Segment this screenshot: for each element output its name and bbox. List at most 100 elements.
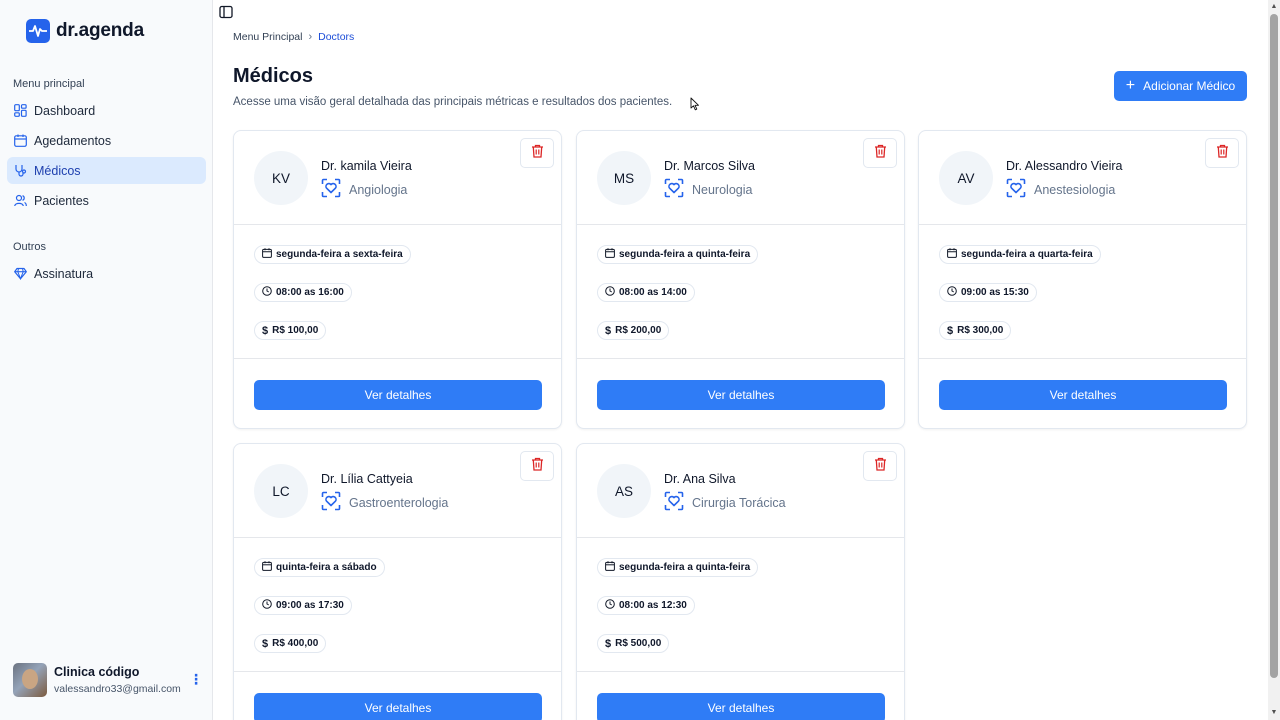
trash-icon — [874, 144, 887, 163]
calendar-icon — [262, 561, 272, 574]
doctor-name: Dr. kamila Vieira — [321, 159, 412, 173]
calendar-icon — [605, 248, 615, 261]
stethoscope-heart-icon — [664, 491, 684, 514]
view-details-button[interactable]: Ver detalhes — [939, 380, 1227, 410]
app-logo[interactable]: dr.agenda — [26, 19, 144, 43]
calendar-icon — [262, 248, 272, 261]
avatar — [13, 663, 47, 697]
price-badge: $ R$ 100,00 — [254, 321, 327, 340]
doctor-card-header: KV Dr. kamila Vieira Angiologia — [234, 131, 561, 225]
sidebar-item-pacientes[interactable]: Pacientes — [7, 187, 206, 214]
sidebar-item-medicos[interactable]: Médicos — [7, 157, 206, 184]
delete-doctor-button[interactable] — [863, 138, 897, 168]
group-label-main: Menu principal — [13, 78, 85, 90]
scroll-thumb[interactable] — [1270, 14, 1278, 678]
price-badge: $ R$ 200,00 — [597, 321, 670, 340]
breadcrumb-root[interactable]: Menu Principal — [233, 31, 302, 43]
price-badge: $ R$ 400,00 — [254, 634, 327, 653]
sidebar-item-dashboard[interactable]: Dashboard — [7, 97, 206, 124]
dollar-icon: $ — [262, 324, 269, 337]
availability-hours-badge: 08:00 as 12:30 — [597, 596, 695, 615]
view-details-button[interactable]: Ver detalhes — [597, 380, 885, 410]
specialty-label: Cirurgia Torácica — [692, 495, 786, 510]
sidebar-toggle-icon[interactable] — [219, 5, 233, 24]
delete-doctor-button[interactable] — [1205, 138, 1239, 168]
more-vertical-icon[interactable]: ⋮ — [189, 672, 203, 686]
price-label: R$ 100,00 — [272, 325, 319, 336]
doctor-avatar: LC — [254, 464, 308, 518]
view-details-button[interactable]: Ver detalhes — [254, 380, 542, 410]
chevron-right-icon: › — [308, 31, 313, 43]
scroll-up-icon[interactable]: ▲ — [1270, 3, 1278, 11]
delete-doctor-button[interactable] — [520, 138, 554, 168]
heartbeat-icon — [26, 19, 50, 43]
gem-icon — [14, 267, 27, 280]
doctor-card: AS Dr. Ana Silva Cirurgia Torácica segun… — [576, 443, 905, 720]
doctor-name: Dr. Ana Silva — [664, 472, 736, 486]
sidebar-item-assinatura[interactable]: Assinatura — [7, 260, 206, 287]
calendar-icon — [947, 248, 957, 261]
doctor-avatar: KV — [254, 151, 308, 205]
doctor-avatar: MS — [597, 151, 651, 205]
sidebar-item-label: Dashboard — [34, 103, 96, 118]
doctor-name: Dr. Lília Cattyeia — [321, 472, 413, 486]
user-profile[interactable]: Clinica código valessandro33@gmail.com ⋮ — [13, 662, 208, 698]
hours-label: 09:00 as 17:30 — [276, 600, 344, 611]
clock-icon — [947, 286, 957, 299]
scroll-down-icon[interactable]: ▼ — [1270, 709, 1278, 717]
stethoscope-heart-icon — [321, 491, 341, 514]
price-label: R$ 500,00 — [615, 638, 662, 649]
hours-label: 08:00 as 16:00 — [276, 287, 344, 298]
specialty-label: Anestesiologia — [1034, 182, 1116, 197]
delete-doctor-button[interactable] — [520, 451, 554, 481]
breadcrumb: Menu Principal › Doctors — [233, 31, 354, 43]
delete-doctor-button[interactable] — [863, 451, 897, 481]
view-details-button[interactable]: Ver detalhes — [597, 693, 885, 720]
days-label: segunda-feira a sexta-feira — [276, 249, 403, 260]
price-label: R$ 400,00 — [272, 638, 319, 649]
availability-days-badge: segunda-feira a quinta-feira — [597, 558, 759, 577]
doctor-specialty: Gastroenterologia — [321, 491, 448, 514]
hours-label: 08:00 as 14:00 — [619, 287, 687, 298]
doctor-card-footer — [234, 358, 561, 359]
page-subtitle: Acesse uma visão geral detalhada das pri… — [233, 96, 673, 108]
user-name: Clinica código — [54, 665, 140, 679]
days-label: segunda-feira a quinta-feira — [619, 249, 751, 260]
sidebar-item-label: Médicos — [34, 163, 81, 178]
doctor-specialty: Angiologia — [321, 178, 407, 201]
calendar-icon — [605, 561, 615, 574]
mouse-cursor-icon — [690, 97, 700, 116]
hours-label: 08:00 as 12:30 — [619, 600, 687, 611]
page-title: Médicos — [233, 65, 314, 87]
view-details-button[interactable]: Ver detalhes — [254, 693, 542, 720]
availability-hours-badge: 09:00 as 17:30 — [254, 596, 352, 615]
price-badge: $ R$ 500,00 — [597, 634, 670, 653]
availability-days-badge: segunda-feira a quarta-feira — [939, 245, 1101, 264]
breadcrumb-current[interactable]: Doctors — [318, 31, 354, 43]
calendar-icon — [14, 134, 27, 147]
dollar-icon: $ — [262, 637, 269, 650]
specialty-label: Angiologia — [349, 182, 408, 197]
doctor-card-footer — [919, 358, 1246, 359]
scrollbar[interactable]: ▲ ▼ — [1268, 0, 1280, 720]
add-doctor-button[interactable]: + Adicionar Médico — [1114, 71, 1247, 101]
clock-icon — [262, 286, 272, 299]
sidebar-item-agendamentos[interactable]: Agedamentos — [7, 127, 206, 154]
specialty-label: Gastroenterologia — [349, 495, 449, 510]
availability-days-badge: segunda-feira a quinta-feira — [597, 245, 759, 264]
doctor-specialty: Cirurgia Torácica — [664, 491, 786, 514]
days-label: segunda-feira a quinta-feira — [619, 562, 751, 573]
availability-hours-badge: 08:00 as 14:00 — [597, 283, 695, 302]
user-email: valessandro33@gmail.com — [54, 683, 181, 695]
hours-label: 09:00 as 15:30 — [961, 287, 1029, 298]
doctor-card-footer — [234, 671, 561, 672]
sidebar-item-label: Agedamentos — [34, 133, 112, 148]
doctor-avatar: AS — [597, 464, 651, 518]
trash-icon — [1216, 144, 1229, 163]
doctor-card-footer — [577, 358, 904, 359]
specialty-label: Neurologia — [692, 182, 753, 197]
doctor-card: MS Dr. Marcos Silva Neurologia segunda-f… — [576, 130, 905, 429]
doctor-name: Dr. Marcos Silva — [664, 159, 755, 173]
days-label: quinta-feira a sábado — [276, 562, 377, 573]
dashboard-icon — [14, 104, 27, 117]
